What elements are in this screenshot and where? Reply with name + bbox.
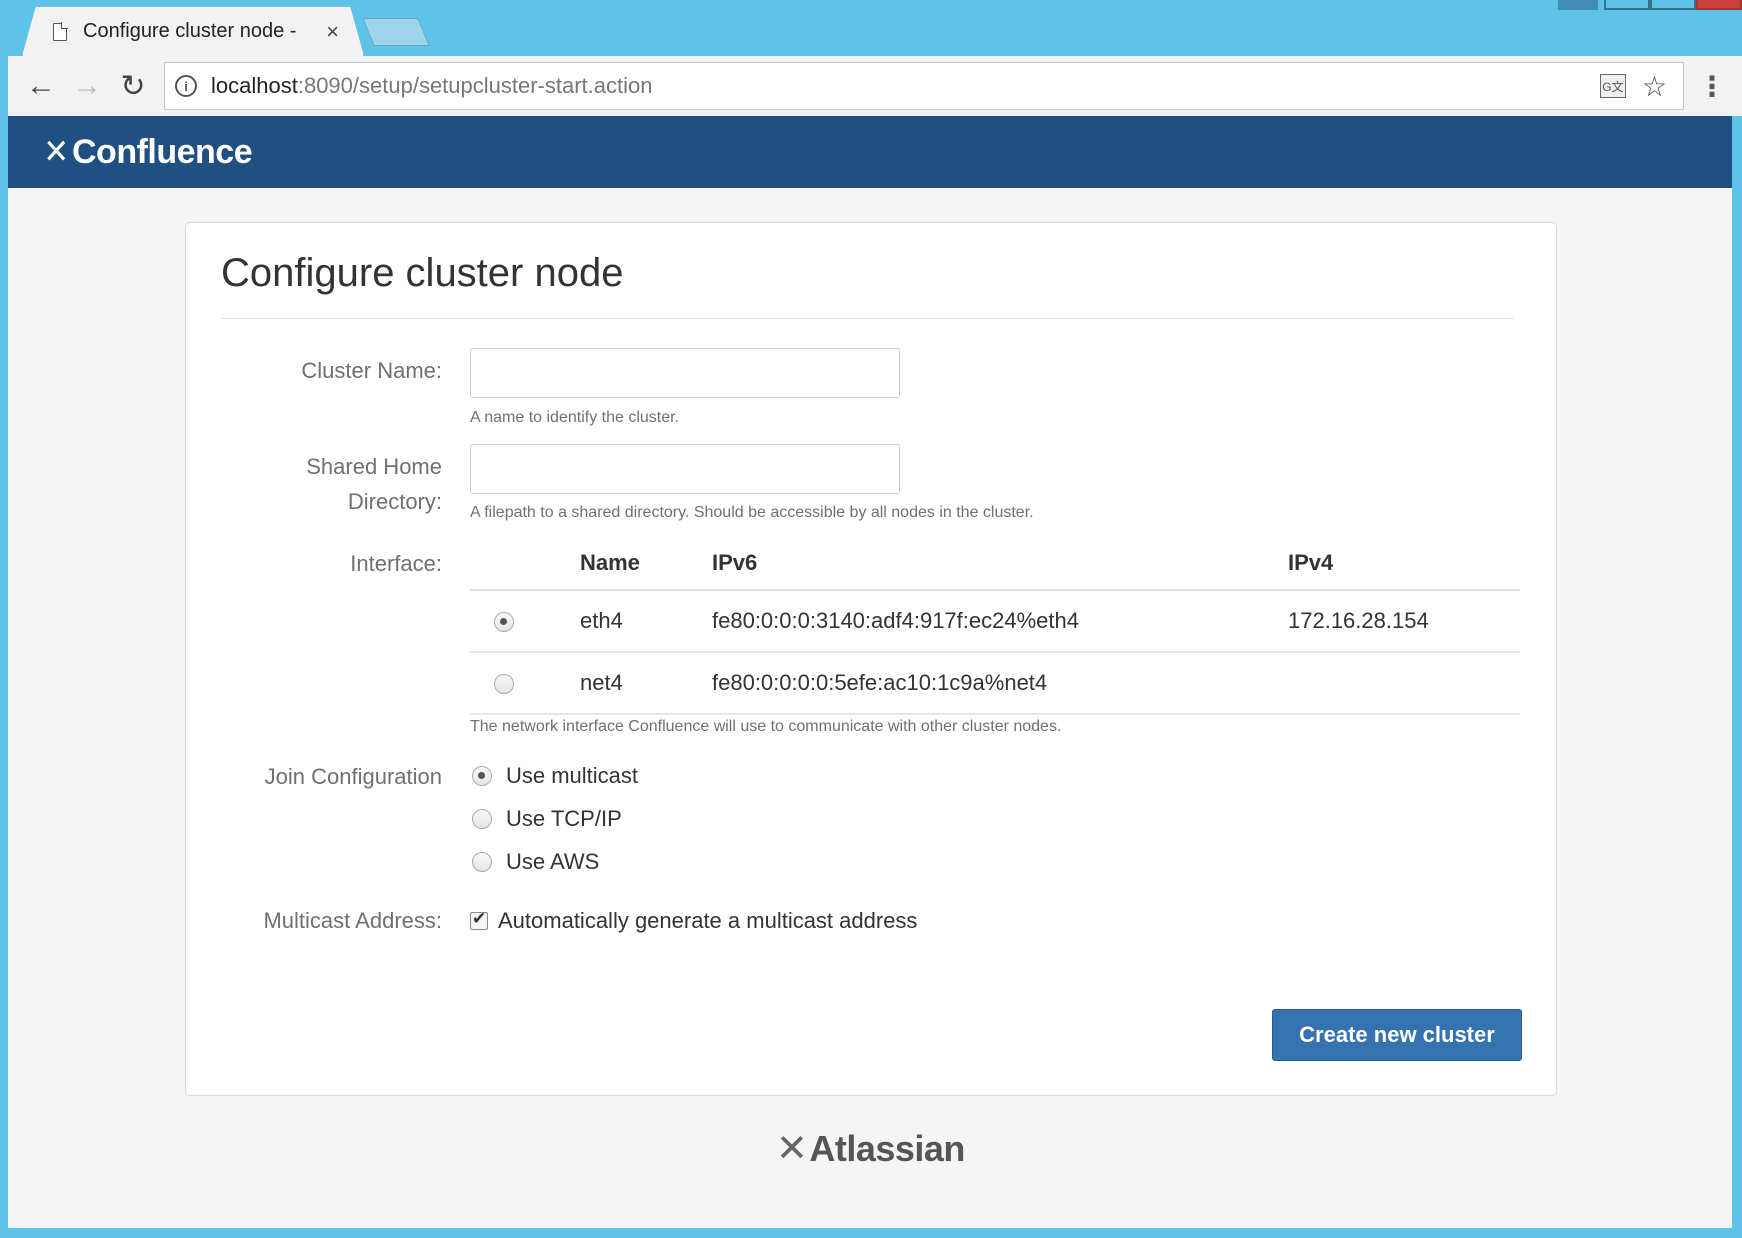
tab-close-icon[interactable]: ×	[326, 19, 339, 45]
aws-radio[interactable]	[472, 852, 492, 872]
cluster-name-help: A name to identify the cluster.	[470, 409, 680, 426]
reload-icon[interactable]: ↻	[110, 63, 156, 109]
title-divider	[221, 318, 1514, 319]
join-option-label: Use multicast	[506, 763, 639, 788]
page-title: Configure cluster node	[221, 251, 624, 295]
setup-panel: Configure cluster node Cluster Name: A n…	[185, 222, 1557, 1096]
tab-strip: Configure cluster node - ×	[0, 0, 1742, 56]
multicast-auto-checkbox[interactable]	[470, 909, 488, 930]
interface-ipv6: fe80:0:0:0:3140:adf4:917f:ec24%eth4	[712, 608, 1079, 633]
interface-label: Interface:	[350, 551, 442, 576]
interface-radio-eth4[interactable]	[494, 612, 514, 633]
url-host: localhost	[211, 73, 298, 98]
atlassian-logo[interactable]: ✕ Atlassian	[776, 1126, 965, 1171]
interface-ipv4: 172.16.28.154	[1288, 608, 1429, 633]
new-tab-button[interactable]	[362, 18, 430, 46]
browser-tab[interactable]: Configure cluster node - ×	[22, 6, 364, 56]
url-text[interactable]: localhost:8090/setup/setupcluster-start.…	[211, 73, 1600, 99]
interface-name: eth4	[580, 608, 623, 633]
app-header: ✕ Confluence	[8, 116, 1732, 188]
cluster-name-label: Cluster Name:	[301, 358, 442, 383]
multicast-auto-label: Automatically generate a multicast addre…	[498, 908, 918, 933]
page-icon	[53, 23, 67, 41]
translate-icon[interactable]: G文	[1599, 74, 1626, 98]
shared-home-help: A filepath to a shared directory. Should…	[470, 504, 1034, 521]
create-new-cluster-button[interactable]: Create new cluster	[1272, 1009, 1522, 1061]
join-option-multicast[interactable]: Use multicast	[470, 763, 638, 789]
bookmark-star-icon[interactable]: ☆	[1642, 70, 1667, 103]
header-ipv6: IPv6	[712, 550, 758, 575]
join-option-label: Use AWS	[506, 849, 600, 874]
row-select-cell	[470, 670, 580, 696]
table-row[interactable]: eth4 fe80:0:0:0:3140:adf4:917f:ec24%eth4…	[470, 591, 1520, 653]
header-ipv4: IPv4	[1288, 550, 1334, 575]
atlassian-logo-text: Atlassian	[809, 1127, 965, 1169]
row-select-cell	[470, 608, 580, 634]
browser-toolbar: ← → ↻ i localhost:8090/setup/setupcluste…	[8, 56, 1742, 116]
confluence-logo-icon: ✕	[43, 133, 69, 171]
confluence-logo[interactable]: ✕ Confluence	[42, 132, 252, 172]
atlassian-logo-icon: ✕	[776, 1128, 808, 1170]
url-path: :8090/setup/setupcluster-start.action	[297, 73, 653, 98]
multicast-auto-option[interactable]: Automatically generate a multicast addre…	[462, 908, 917, 934]
join-configuration-label: Join Configuration	[264, 764, 442, 789]
header-name: Name	[580, 550, 640, 575]
shared-home-label-line1: Shared Home	[306, 454, 442, 479]
cluster-name-input[interactable]	[470, 348, 900, 398]
join-option-aws[interactable]: Use AWS	[470, 849, 599, 875]
multicast-address-label: Multicast Address:	[263, 908, 442, 933]
info-icon[interactable]: i	[175, 75, 197, 97]
interface-radio-net4[interactable]	[494, 674, 514, 695]
page-viewport: ✕ Confluence Configure cluster node Clus…	[8, 116, 1732, 1228]
address-bar[interactable]: i localhost:8090/setup/setupcluster-star…	[164, 62, 1684, 110]
interface-table: Name IPv6 IPv4 eth4 fe80:0:0:0:3140:adf4…	[470, 537, 1520, 715]
back-icon[interactable]: ←	[18, 63, 64, 109]
join-option-label: Use TCP/IP	[506, 806, 622, 831]
multicast-radio[interactable]	[472, 766, 492, 786]
browser-menu-icon[interactable]: ⋮	[1692, 70, 1732, 103]
confluence-logo-text: Confluence	[72, 132, 253, 171]
shared-home-input[interactable]	[470, 444, 900, 494]
interface-table-header: Name IPv6 IPv4	[470, 537, 1520, 591]
tcpip-radio[interactable]	[472, 809, 492, 829]
table-row[interactable]: net4 fe80:0:0:0:0:5efe:ac10:1c9a%net4	[470, 653, 1520, 715]
interface-ipv6: fe80:0:0:0:0:5efe:ac10:1c9a%net4	[712, 670, 1048, 695]
forward-icon[interactable]: →	[64, 63, 110, 109]
interface-help: The network interface Confluence will us…	[470, 718, 1062, 735]
join-option-tcpip[interactable]: Use TCP/IP	[470, 806, 622, 832]
tab-title: Configure cluster node -	[83, 20, 297, 42]
shared-home-label-line2: Directory:	[347, 489, 442, 514]
interface-name: net4	[580, 670, 623, 695]
